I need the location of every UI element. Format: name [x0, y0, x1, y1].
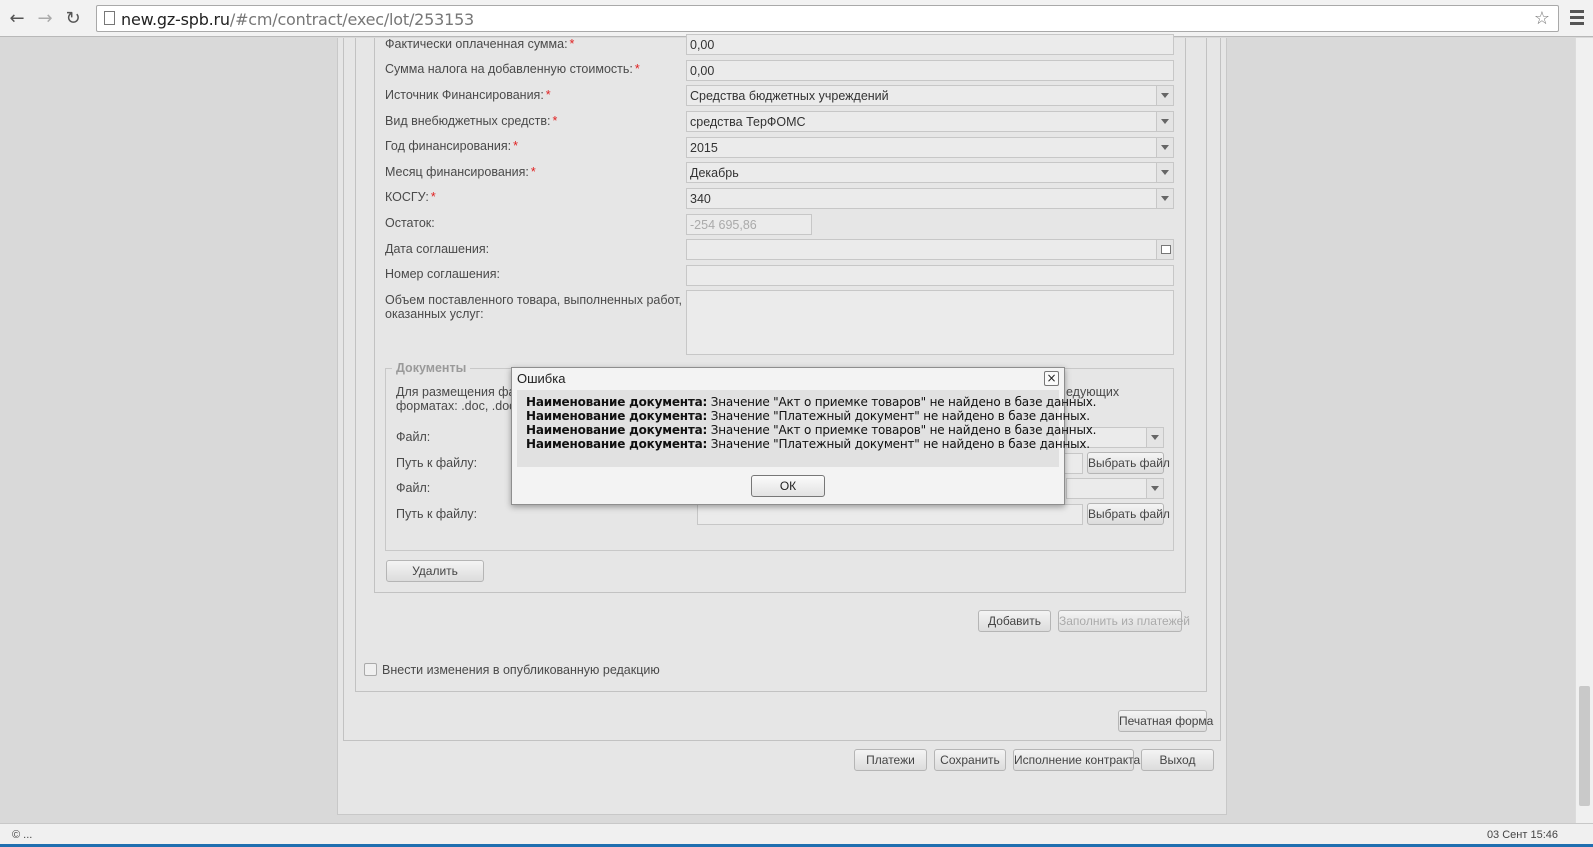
paid-amount-field[interactable]: 0,00 — [686, 34, 1174, 55]
bookmark-star-icon[interactable]: ☆ — [1534, 8, 1550, 29]
browser-toolbar: ← → ↻ new.gz-spb.ru/#cm/contract/exec/lo… — [0, 0, 1593, 37]
chevron-down-icon[interactable] — [1146, 479, 1163, 498]
dialog-message-area: Наименование документа: Значение "Акт о … — [517, 390, 1097, 467]
choose-file-button-2[interactable]: Выбрать файл — [1087, 503, 1170, 525]
dialog-title: Ошибка — [517, 371, 566, 386]
status-bar: © ... 03 Сент 15:46 — [0, 823, 1593, 847]
status-datetime: 03 Сент 15:46 — [1486, 829, 1558, 841]
balance-field: -254 695,86 — [686, 214, 812, 235]
choose-file-button-1[interactable]: Выбрать файл — [1087, 452, 1170, 474]
page-icon — [104, 11, 115, 25]
file-path-input-2[interactable] — [697, 504, 1083, 525]
publish-changes-checkbox[interactable] — [364, 663, 377, 676]
calendar-icon[interactable] — [1156, 240, 1173, 259]
page-scrollbar[interactable] — [1575, 38, 1593, 823]
fill-from-payments-button[interactable]: Заполнить из платежей — [1058, 610, 1190, 632]
agreement-date-field[interactable] — [686, 239, 1174, 260]
exit-button[interactable]: Выход — [1141, 749, 1214, 771]
status-left-text: © ... — [12, 829, 33, 841]
print-form-button[interactable]: Печатная форма — [1118, 710, 1213, 732]
file-label-1: Файл: — [396, 430, 431, 444]
chevron-down-icon[interactable] — [1146, 428, 1163, 447]
error-message: Наименование документа: Значение "Платеж… — [526, 437, 1090, 451]
funding-year-select[interactable]: 2015 — [686, 137, 1174, 158]
url-text: new.gz-spb.ru/#cm/contract/exec/lot/2531… — [121, 10, 474, 29]
reload-icon[interactable]: ↻ — [62, 8, 84, 30]
chevron-down-icon[interactable] — [1156, 163, 1173, 182]
error-dialog: Ошибка × Наименование документа: Значени… — [511, 367, 1097, 505]
chevron-down-icon[interactable] — [1156, 189, 1173, 208]
ok-button[interactable]: ОК — [751, 475, 825, 497]
url-host: new.gz-spb.ru — [121, 10, 230, 29]
contract-execution-button[interactable]: Исполнение контракта — [1013, 749, 1140, 771]
label-funding-year: Год финансирования: * — [385, 139, 518, 153]
label-extrabudget-type: Вид внебюджетных средств: * — [385, 114, 558, 128]
save-button[interactable]: Сохранить — [934, 749, 1006, 771]
documents-info-line2: форматах: .doc, .doc — [396, 399, 516, 413]
vat-amount-field[interactable]: 0,00 — [686, 60, 1174, 81]
scrollbar-thumb[interactable] — [1579, 686, 1590, 806]
path-label-1: Путь к файлу: — [396, 456, 478, 470]
error-message: Наименование документа: Значение "Платеж… — [526, 409, 1090, 423]
file-select-2[interactable] — [1066, 478, 1164, 499]
funding-source-select[interactable]: Средства бюджетных учреждений — [686, 85, 1174, 106]
back-arrow-icon[interactable]: ← — [6, 8, 28, 30]
label-volume-line1: Объем поставленного товара, выполненных … — [385, 293, 682, 307]
file-label-2: Файл: — [396, 481, 431, 495]
extrabudget-type-select[interactable]: средства ТерФОМС — [686, 111, 1174, 132]
address-bar[interactable]: new.gz-spb.ru/#cm/contract/exec/lot/2531… — [96, 5, 1559, 32]
label-kosgu: КОСГУ: * — [385, 190, 436, 204]
payments-button[interactable]: Платежи — [854, 749, 927, 771]
browser-menu-icon[interactable] — [1568, 7, 1586, 29]
label-funding-source: Источник Финансирования: * — [385, 88, 551, 102]
error-message: Наименование документа: Значение "Акт о … — [526, 395, 1097, 409]
delete-button[interactable]: Удалить — [386, 560, 484, 582]
label-volume-line2: оказанных услуг: — [385, 307, 484, 321]
documents-legend: Документы — [392, 361, 471, 375]
chevron-down-icon[interactable] — [1156, 112, 1173, 131]
close-icon[interactable]: × — [1044, 371, 1059, 386]
label-funding-month: Месяц финансирования: * — [385, 165, 536, 179]
add-button[interactable]: Добавить — [978, 610, 1051, 632]
publish-changes-label: Внести изменения в опубликованную редакц… — [382, 663, 660, 677]
volume-textarea[interactable] — [686, 290, 1174, 355]
error-message: Наименование документа: Значение "Акт о … — [526, 423, 1097, 437]
label-agreement-date: Дата соглашения: — [385, 242, 490, 256]
forward-arrow-icon[interactable]: → — [34, 8, 56, 30]
kosgu-select[interactable]: 340 — [686, 188, 1174, 209]
funding-month-select[interactable]: Декабрь — [686, 162, 1174, 183]
chevron-down-icon[interactable] — [1156, 138, 1173, 157]
path-label-2: Путь к файлу: — [396, 507, 478, 521]
chevron-down-icon[interactable] — [1156, 86, 1173, 105]
url-path: /#cm/contract/exec/lot/253153 — [229, 10, 475, 29]
label-balance: Остаток: — [385, 216, 435, 230]
documents-info-line1: Для размещения фа — [396, 385, 516, 399]
label-vat-amount: Сумма налога на добавленную стоимость: * — [385, 62, 640, 76]
label-paid-amount: Фактически оплаченная сумма: * — [385, 37, 575, 51]
label-agreement-number: Номер соглашения: — [385, 267, 500, 281]
agreement-number-field[interactable] — [686, 265, 1174, 286]
